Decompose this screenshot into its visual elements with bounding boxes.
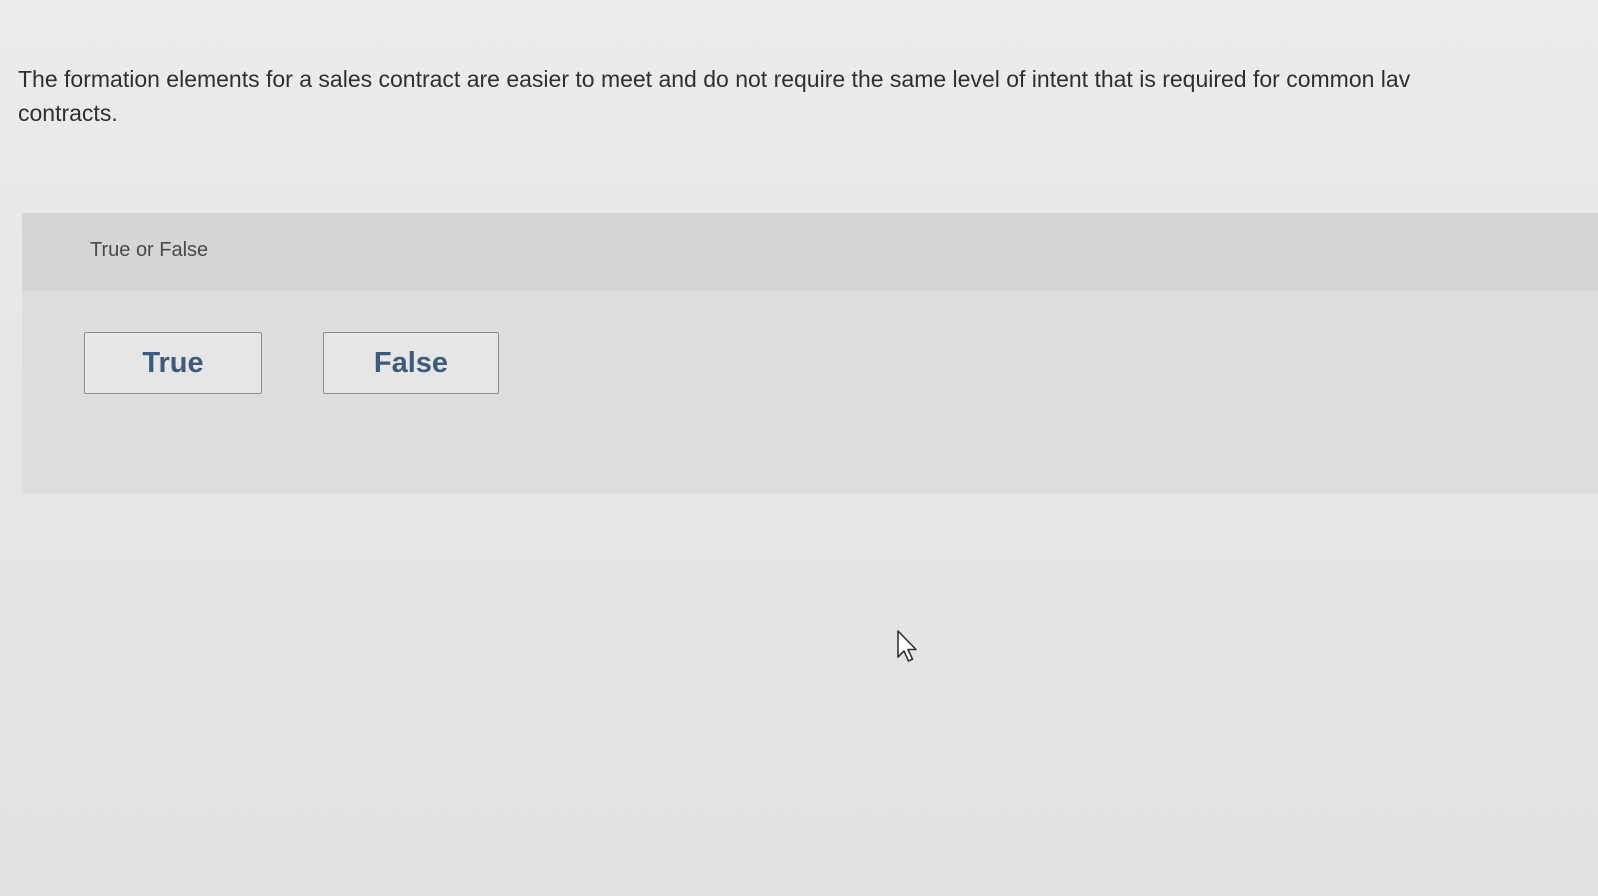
mouse-pointer-icon: [897, 630, 917, 662]
true-button[interactable]: True: [84, 332, 262, 394]
question-line-2: contracts.: [18, 100, 118, 126]
question-line-1: The formation elements for a sales contr…: [18, 66, 1411, 92]
question-text: The formation elements for a sales contr…: [18, 62, 1598, 130]
answer-panel: True or False True False: [22, 213, 1598, 493]
question-type-header: True or False: [22, 213, 1598, 291]
false-button[interactable]: False: [323, 332, 499, 394]
question-type-label: True or False: [90, 239, 209, 261]
